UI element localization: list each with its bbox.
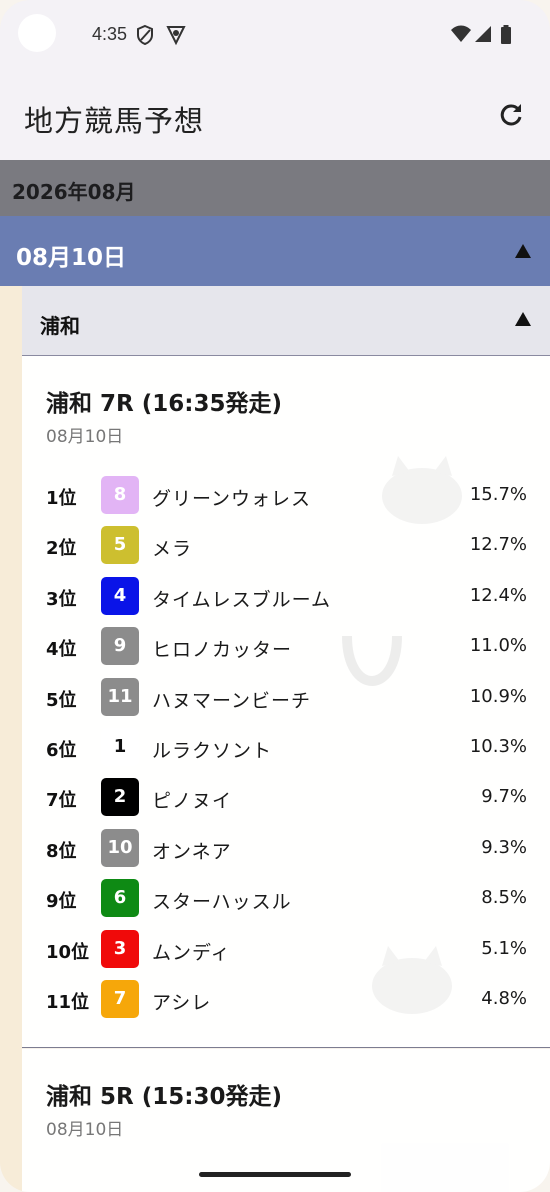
horse-number-badge: 5 — [101, 526, 139, 565]
rank-label: 7位 — [46, 790, 77, 812]
battery-icon — [501, 25, 511, 44]
prediction-row[interactable]: 2位 5 メラ 12.7% — [22, 524, 550, 568]
rank-label: 2位 — [46, 538, 77, 560]
win-probability: 9.7% — [481, 786, 527, 808]
prediction-row[interactable]: 1位 8 グリーンウォレス 15.7% — [22, 474, 550, 518]
phone-screen: 4:35 地方競馬予想 2026年08月 08月10日 浦和 浦和 7R (16… — [0, 0, 550, 1192]
status-time: 4:35 — [92, 24, 128, 44]
horse-number-badge: 11 — [101, 677, 139, 716]
win-probability: 10.9% — [469, 685, 527, 707]
horse-name: スターハッスル — [152, 891, 292, 914]
horse-name: アシレ — [152, 992, 212, 1014]
rank-label: 9位 — [46, 891, 77, 913]
venue-label: 浦和 — [40, 314, 80, 338]
refresh-icon[interactable] — [496, 100, 526, 130]
rank-label: 5位 — [46, 689, 77, 711]
race-date: 08月10日 — [46, 1120, 124, 1140]
win-probability: 12.4% — [469, 584, 527, 606]
race-card[interactable]: 浦和 5R (15:30発走) 08月10日 — [22, 1049, 550, 1192]
camera-cutout — [18, 14, 56, 52]
rank-label: 8位 — [46, 840, 77, 862]
race-date: 08月10日 — [46, 427, 124, 447]
prediction-row[interactable]: 9位 6 スターハッスル 8.5% — [22, 877, 550, 921]
rank-label: 1位 — [46, 488, 77, 509]
horse-name: メラ — [152, 538, 193, 561]
vpn-icon — [166, 26, 186, 46]
collapse-arrow-icon — [515, 244, 531, 258]
rank-label: 4位 — [46, 639, 77, 661]
win-probability: 9.3% — [481, 836, 527, 858]
horse-number-badge: 8 — [101, 476, 139, 514]
horse-name: ムンディ — [152, 941, 231, 964]
horse-name: グリーンウォレス — [152, 488, 312, 510]
race-card[interactable]: 浦和 7R (16:35発走) 08月10日 1位 8 グリーンウォレス 15.7% 2… — [22, 356, 550, 1048]
prediction-row[interactable]: 10位 3 ムンディ 5.1% — [22, 928, 550, 972]
win-probability: 12.7% — [469, 534, 527, 556]
horse-number-badge: 7 — [101, 980, 139, 1018]
app-bar: 地方競馬予想 — [0, 72, 550, 160]
race-title: 浦和 7R (16:35発走) — [46, 391, 282, 417]
wifi-icon — [451, 25, 471, 42]
horse-name: ルラクソント — [152, 740, 273, 762]
win-probability: 5.1% — [481, 937, 527, 959]
month-header: 2026年08月 — [0, 160, 550, 216]
horse-number-badge: 3 — [101, 929, 139, 968]
horse-name: タイムレスブルーム — [152, 588, 332, 611]
win-probability: 11.0% — [469, 635, 527, 657]
rank-label: 3位 — [46, 588, 77, 610]
prediction-row[interactable]: 4位 9 ヒロノカッター 11.0% — [22, 625, 550, 669]
prediction-row[interactable]: 7位 2 ピノヌイ 9.7% — [22, 776, 550, 820]
prediction-row[interactable]: 5位 11 ハヌマーンビーチ 10.9% — [22, 676, 550, 720]
race-title: 浦和 5R (15:30発走) — [46, 1084, 282, 1110]
month-label: 2026年08月 — [12, 180, 136, 204]
win-probability: 15.7% — [469, 484, 527, 505]
horse-name: ピノヌイ — [152, 790, 233, 813]
prediction-row[interactable]: 3位 4 タイムレスブルーム 12.4% — [22, 575, 550, 619]
signal-icon — [475, 26, 491, 42]
win-probability: 10.3% — [469, 736, 527, 757]
horse-number-badge: 9 — [101, 627, 139, 666]
gesture-nav-bar[interactable] — [199, 1172, 351, 1177]
prediction-row[interactable]: 6位 1 ルラクソント 10.3% — [22, 726, 550, 770]
win-probability: 4.8% — [481, 988, 527, 1009]
horse-number-badge: 2 — [101, 778, 139, 817]
shield-icon — [137, 24, 153, 46]
win-probability: 8.5% — [481, 887, 527, 909]
venue-header[interactable]: 浦和 — [22, 286, 550, 356]
background-pattern — [0, 286, 22, 1192]
rank-label: 6位 — [46, 740, 77, 761]
rank-label: 10位 — [46, 941, 90, 963]
horse-name: ハヌマーンビーチ — [152, 689, 312, 712]
collapse-arrow-icon — [515, 312, 531, 326]
horse-number-badge: 10 — [101, 828, 139, 867]
date-label: 08月10日 — [16, 245, 127, 271]
horse-number-badge: 1 — [101, 728, 139, 766]
horse-name: オンネア — [152, 840, 232, 863]
rank-label: 11位 — [46, 992, 90, 1013]
horse-number-badge: 4 — [101, 576, 139, 615]
horse-number-badge: 6 — [101, 879, 139, 918]
horse-name: ヒロノカッター — [152, 639, 293, 662]
app-title: 地方競馬予想 — [24, 104, 205, 138]
prediction-row[interactable]: 11位 7 アシレ 4.8% — [22, 978, 550, 1022]
date-header[interactable]: 08月10日 — [0, 216, 550, 286]
prediction-row[interactable]: 8位 10 オンネア 9.3% — [22, 827, 550, 871]
status-bar: 4:35 — [0, 0, 550, 72]
